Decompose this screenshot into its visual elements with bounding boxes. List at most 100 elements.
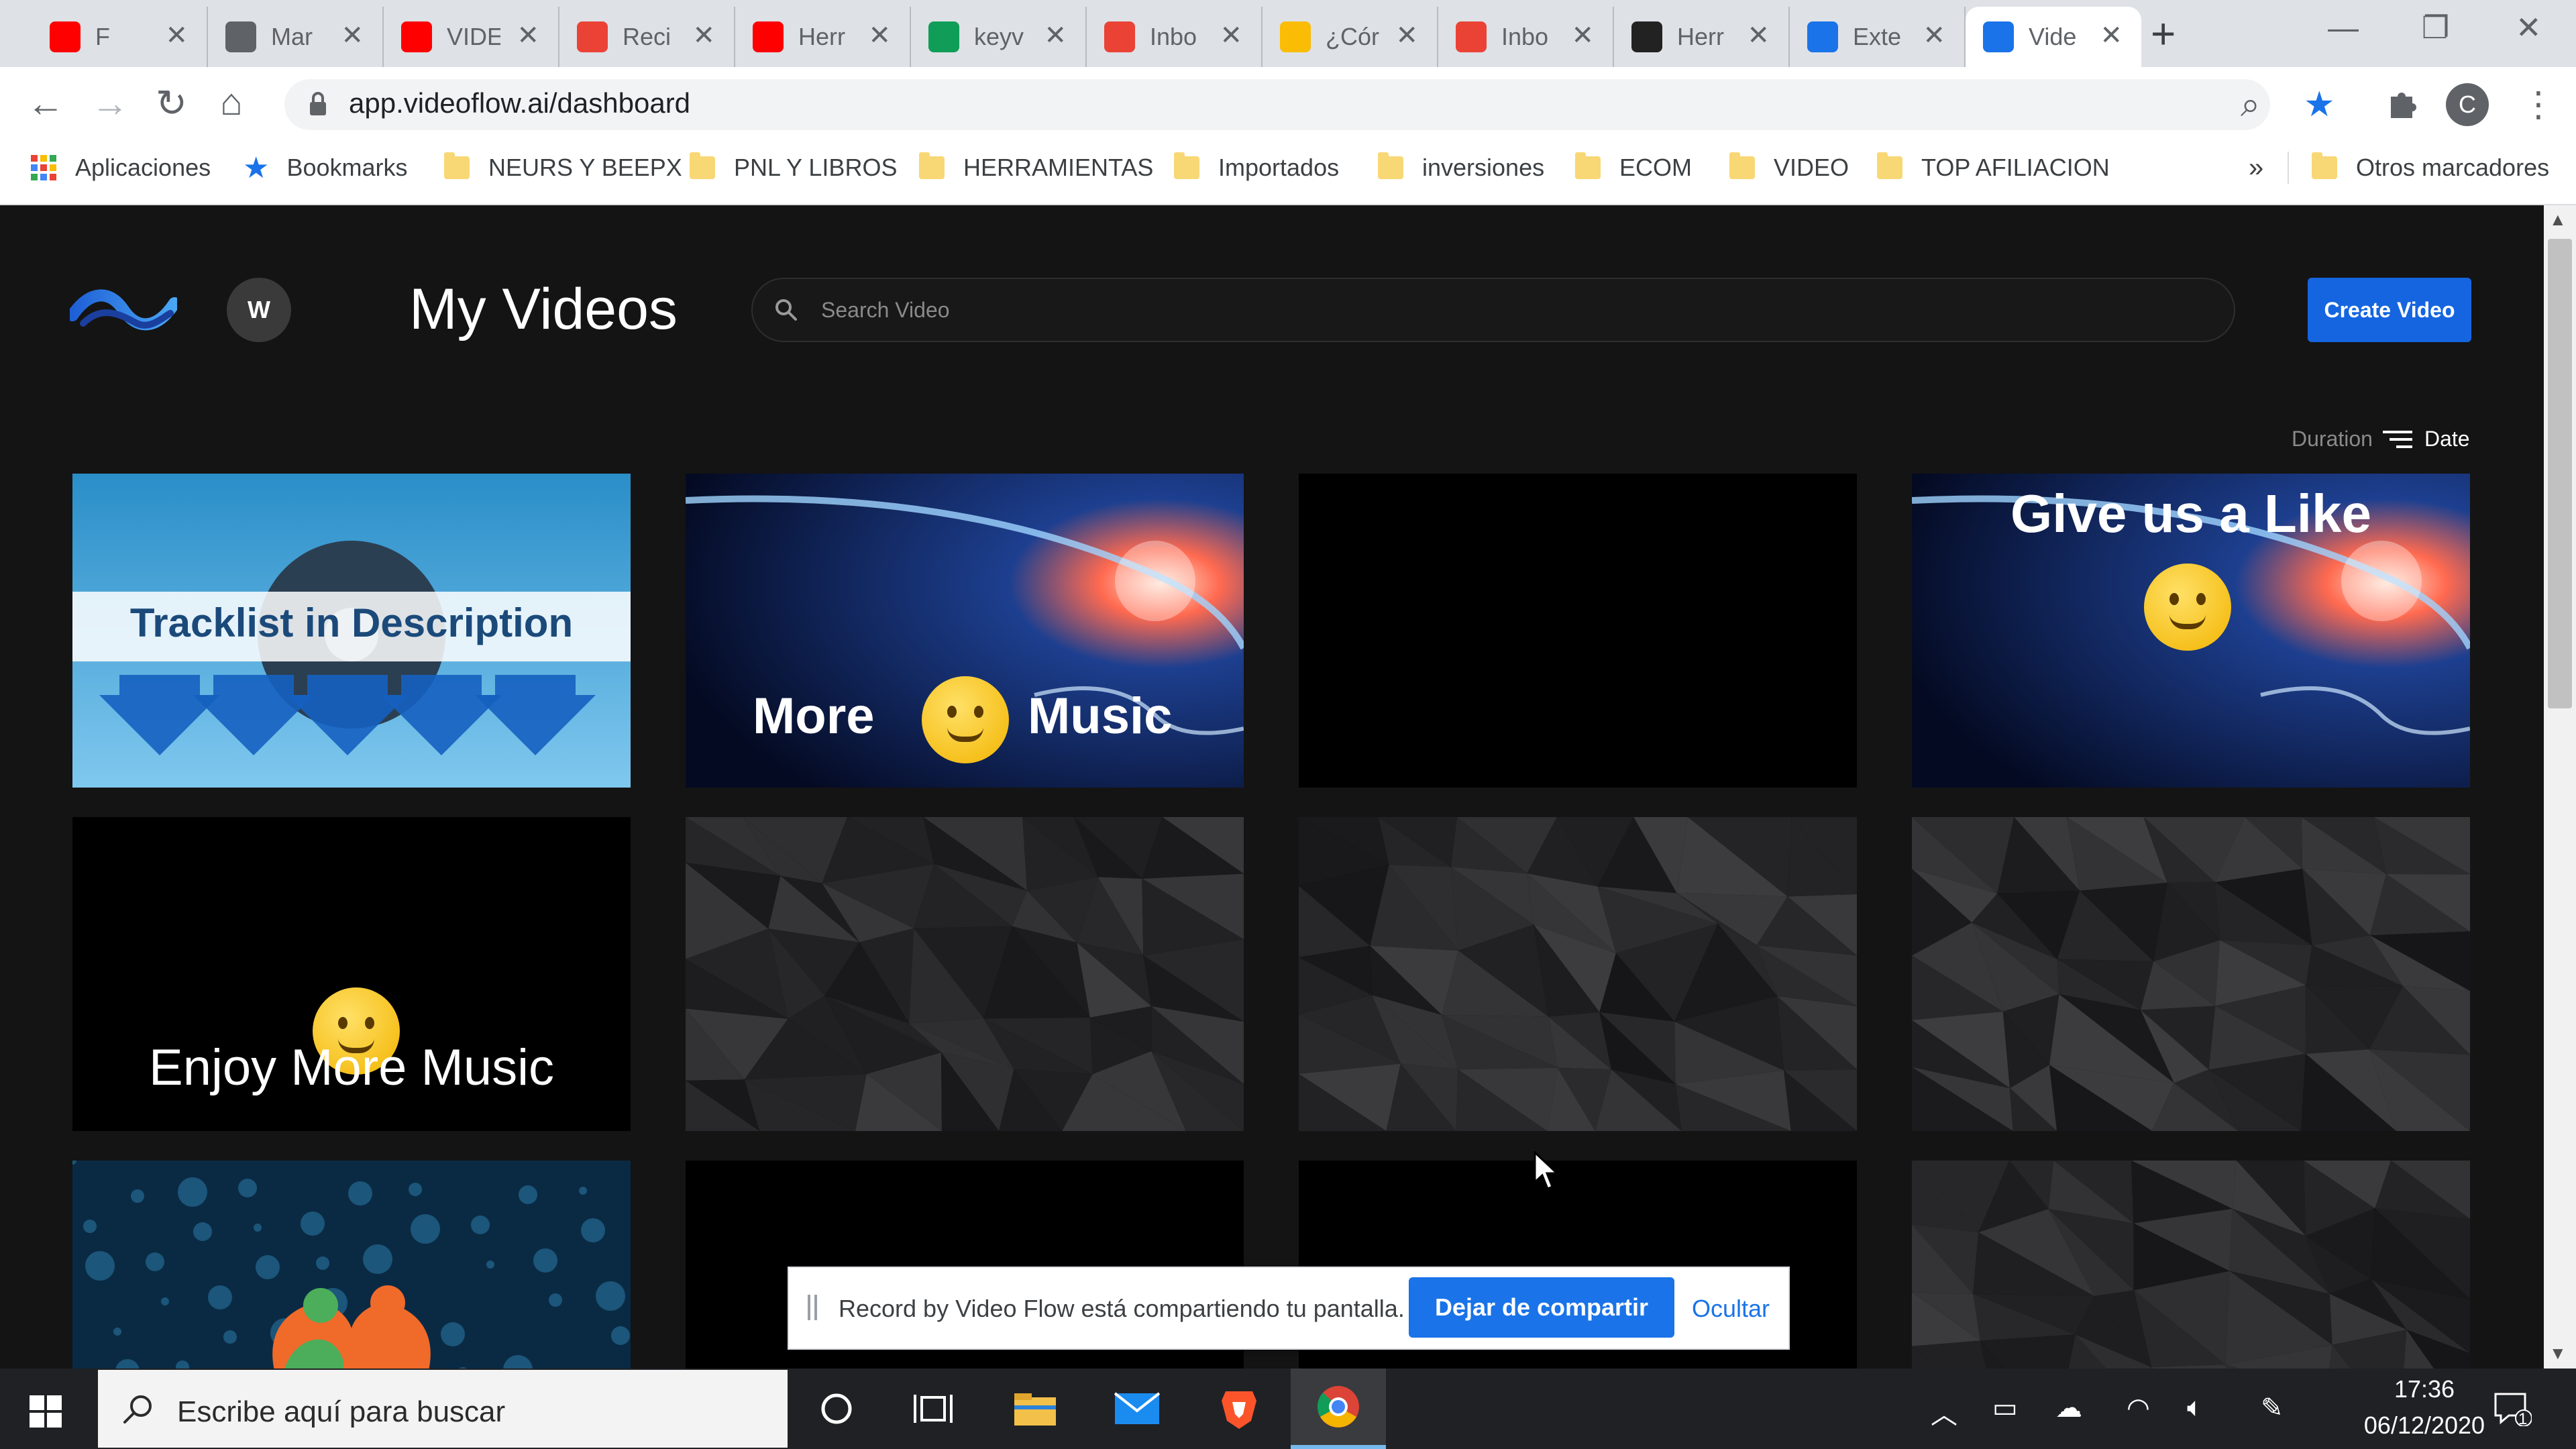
browser-tab[interactable]: VIDE ✕ (384, 7, 559, 67)
tab-label: keyv (974, 23, 1024, 50)
browser-tab[interactable]: Inbo ✕ (1438, 7, 1614, 67)
tab-close-icon[interactable]: ✕ (868, 20, 891, 51)
tab-close-icon[interactable]: ✕ (1747, 20, 1770, 51)
browser-tab[interactable]: Herr ✕ (1614, 7, 1790, 67)
tab-close-icon[interactable]: ✕ (692, 20, 715, 51)
tab-close-icon[interactable]: ✕ (341, 20, 364, 51)
tab-close-icon[interactable]: ✕ (1923, 20, 1945, 51)
smiley-emoji-icon (2144, 564, 2231, 651)
video-thumbnail[interactable]: Tracklist in Description (72, 474, 631, 788)
sort-date[interactable]: Date (2424, 427, 2470, 451)
tab-label: Herr (798, 23, 845, 50)
home-icon[interactable]: ⌂ (220, 82, 243, 122)
bookmark-star-icon[interactable]: ★ (2304, 85, 2335, 125)
scroll-up-icon[interactable]: ▲ (2549, 209, 2567, 230)
tab-close-icon[interactable]: ✕ (2100, 20, 2123, 51)
minimize-icon[interactable]: — (2328, 9, 2359, 46)
bookmark-item[interactable]: VIDEO (1729, 149, 1849, 186)
video-thumbnail[interactable] (686, 817, 1244, 1131)
sort-duration[interactable]: Duration (2292, 427, 2373, 451)
bookmark-item[interactable]: Aplicaciones (31, 149, 211, 186)
bookmark-item[interactable]: Importados (1174, 149, 1339, 186)
task-view-icon[interactable] (885, 1368, 981, 1449)
bookmark-label: NEURS Y BEEPX (488, 154, 682, 181)
forward-arrow-icon[interactable]: → (91, 83, 129, 123)
other-bookmarks[interactable]: Otros marcadores (2312, 149, 2549, 186)
video-thumbnail[interactable] (1299, 474, 1857, 788)
browser-tab[interactable]: Exte ✕ (1790, 7, 1966, 67)
video-thumbnail[interactable]: Enjoy More Music (72, 817, 631, 1131)
bookmark-item[interactable]: NEURS Y BEEPX (444, 149, 682, 186)
volume-icon[interactable]: 🔈︎ (2187, 1393, 2203, 1423)
cortana-icon[interactable] (789, 1368, 884, 1449)
profile-avatar[interactable]: C (2446, 83, 2489, 126)
colorful-icon (1280, 21, 1311, 52)
hide-share-bar-link[interactable]: Ocultar (1692, 1295, 1770, 1323)
wifi-icon[interactable]: ◠ (2127, 1393, 2150, 1424)
tab-label: Mar (271, 23, 313, 50)
scrollbar-thumb[interactable] (2548, 239, 2572, 708)
tab-close-icon[interactable]: ✕ (517, 20, 539, 51)
brave-browser-icon[interactable] (1191, 1368, 1287, 1449)
more-bookmarks-icon[interactable]: » (2249, 149, 2263, 186)
sort-icon[interactable] (2383, 429, 2412, 449)
scroll-down-icon[interactable]: ▼ (2549, 1343, 2567, 1364)
back-arrow-icon[interactable]: ← (27, 83, 64, 123)
create-video-button[interactable]: Create Video (2308, 278, 2471, 342)
browser-tab[interactable]: ¿Cór ✕ (1263, 7, 1438, 67)
youtube-icon (753, 21, 784, 52)
windows-start-icon[interactable] (30, 1395, 62, 1428)
tab-close-icon[interactable]: ✕ (165, 20, 188, 51)
tab-close-icon[interactable]: ✕ (1220, 20, 1242, 51)
onedrive-icon[interactable]: ☁ (2055, 1393, 2082, 1424)
browser-tab[interactable]: Inbo ✕ (1087, 7, 1263, 67)
stop-sharing-button[interactable]: Dejar de compartir (1409, 1277, 1674, 1338)
browser-tab[interactable]: Reci ✕ (559, 7, 735, 67)
search-input[interactable] (821, 288, 2203, 331)
reload-icon[interactable]: ↻ (156, 83, 187, 123)
other-bookmarks-label: Otros marcadores (2356, 154, 2550, 181)
close-window-icon[interactable]: ✕ (2516, 9, 2542, 46)
video-thumbnail[interactable] (1912, 817, 2470, 1131)
bookmark-item[interactable]: ★ Bookmarks (243, 149, 408, 186)
bookmark-item[interactable]: inversiones (1378, 149, 1544, 186)
bookmark-label: Aplicaciones (75, 154, 211, 181)
mail-icon[interactable] (1089, 1368, 1185, 1449)
chrome-taskbar-icon[interactable] (1291, 1368, 1386, 1449)
browser-tab[interactable]: Vide ✕ (1966, 7, 2141, 67)
tray-overflow-icon[interactable]: ︿ (1931, 1393, 1957, 1432)
new-tab-button[interactable]: + (2151, 12, 2176, 55)
browser-tab[interactable]: Mar ✕ (208, 7, 384, 67)
zoom-icon[interactable]: ⌕ (2241, 85, 2260, 125)
bookmark-label: TOP AFILIACION (1921, 154, 2110, 181)
tab-close-icon[interactable]: ✕ (1044, 20, 1067, 51)
restore-icon[interactable]: ❐ (2422, 9, 2449, 46)
tab-label: VIDE (447, 23, 500, 50)
clock-time[interactable]: 17:36 (2364, 1375, 2485, 1403)
video-thumbnail[interactable]: Give us a Like (1912, 474, 2470, 788)
extensions-puzzle-icon[interactable] (2385, 87, 2419, 121)
bookmark-item[interactable]: TOP AFILIACION (1877, 149, 2110, 186)
bookmark-label: VIDEO (1774, 154, 1849, 181)
clock-date[interactable]: 06/12/2020 (2337, 1411, 2512, 1440)
tab-label: Inbo (1501, 23, 1549, 50)
bookmark-item[interactable]: HERRAMIENTAS (919, 149, 1153, 186)
bookmark-item[interactable]: ECOM (1575, 149, 1692, 186)
file-explorer-icon[interactable] (987, 1368, 1083, 1449)
drag-handle-icon[interactable] (808, 1295, 817, 1320)
browser-tab[interactable]: keyv ✕ (911, 7, 1087, 67)
video-thumbnail[interactable]: More Music (686, 474, 1244, 788)
menu-dots-icon[interactable]: ⋮ (2521, 85, 2556, 125)
browser-tab[interactable]: F ✕ (32, 7, 208, 67)
tab-close-icon[interactable]: ✕ (1571, 20, 1594, 51)
thumbnail-art (1299, 474, 1857, 788)
pen-icon[interactable]: ✎ (2261, 1393, 2284, 1424)
tab-close-icon[interactable]: ✕ (1395, 20, 1418, 51)
videoflow-logo[interactable] (70, 276, 177, 343)
browser-tab[interactable]: Herr ✕ (735, 7, 911, 67)
bookmark-item[interactable]: PNL Y LIBROS (690, 149, 897, 186)
tab-label: Vide (2029, 23, 2077, 50)
user-avatar[interactable]: W (227, 278, 291, 342)
battery-icon[interactable]: ▭ (1992, 1393, 2018, 1424)
video-thumbnail[interactable] (1299, 817, 1857, 1131)
